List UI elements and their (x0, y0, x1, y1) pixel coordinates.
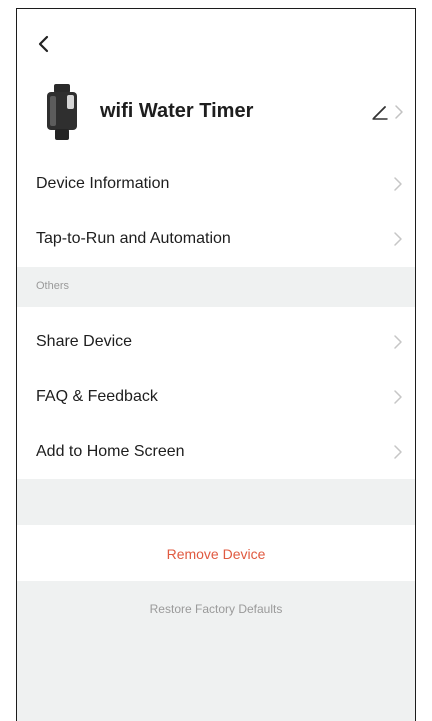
menu-item-device-information[interactable]: Device Information (17, 156, 415, 211)
restore-factory-defaults-button[interactable]: Restore Factory Defaults (17, 602, 415, 616)
menu-item-tap-to-run[interactable]: Tap-to-Run and Automation (17, 211, 415, 266)
menu-item-label: Add to Home Screen (36, 442, 185, 460)
menu-item-label: FAQ & Feedback (36, 387, 158, 405)
menu-item-label: Device Information (36, 174, 170, 192)
chevron-right-icon (394, 334, 402, 349)
chevron-right-icon (394, 389, 402, 404)
section-header-others: Others (17, 267, 415, 307)
chevron-right-icon (395, 105, 403, 119)
menu-item-add-to-home-screen[interactable]: Add to Home Screen (17, 424, 415, 479)
device-settings-screen: wifi Water Timer Device Information Tap-… (16, 8, 416, 721)
menu-item-label: Tap-to-Run and Automation (36, 229, 231, 247)
section-spacer (17, 479, 415, 525)
menu-item-faq-feedback[interactable]: FAQ & Feedback (17, 369, 415, 424)
chevron-right-icon (394, 176, 402, 191)
pencil-icon[interactable] (371, 103, 389, 121)
menu-item-label: Share Device (36, 332, 133, 350)
device-header[interactable]: wifi Water Timer (17, 81, 415, 145)
chevron-right-icon (394, 444, 402, 459)
chevron-left-icon[interactable] (33, 33, 55, 55)
water-timer-icon (47, 84, 77, 140)
section-label: Others (36, 280, 70, 292)
menu-item-share-device[interactable]: Share Device (17, 314, 415, 369)
chevron-right-icon (394, 231, 402, 246)
device-name: wifi Water Timer (100, 100, 254, 122)
footer-area: Restore Factory Defaults (17, 581, 415, 721)
remove-device-button[interactable]: Remove Device (17, 525, 415, 581)
remove-device-label: Remove Device (166, 546, 266, 562)
